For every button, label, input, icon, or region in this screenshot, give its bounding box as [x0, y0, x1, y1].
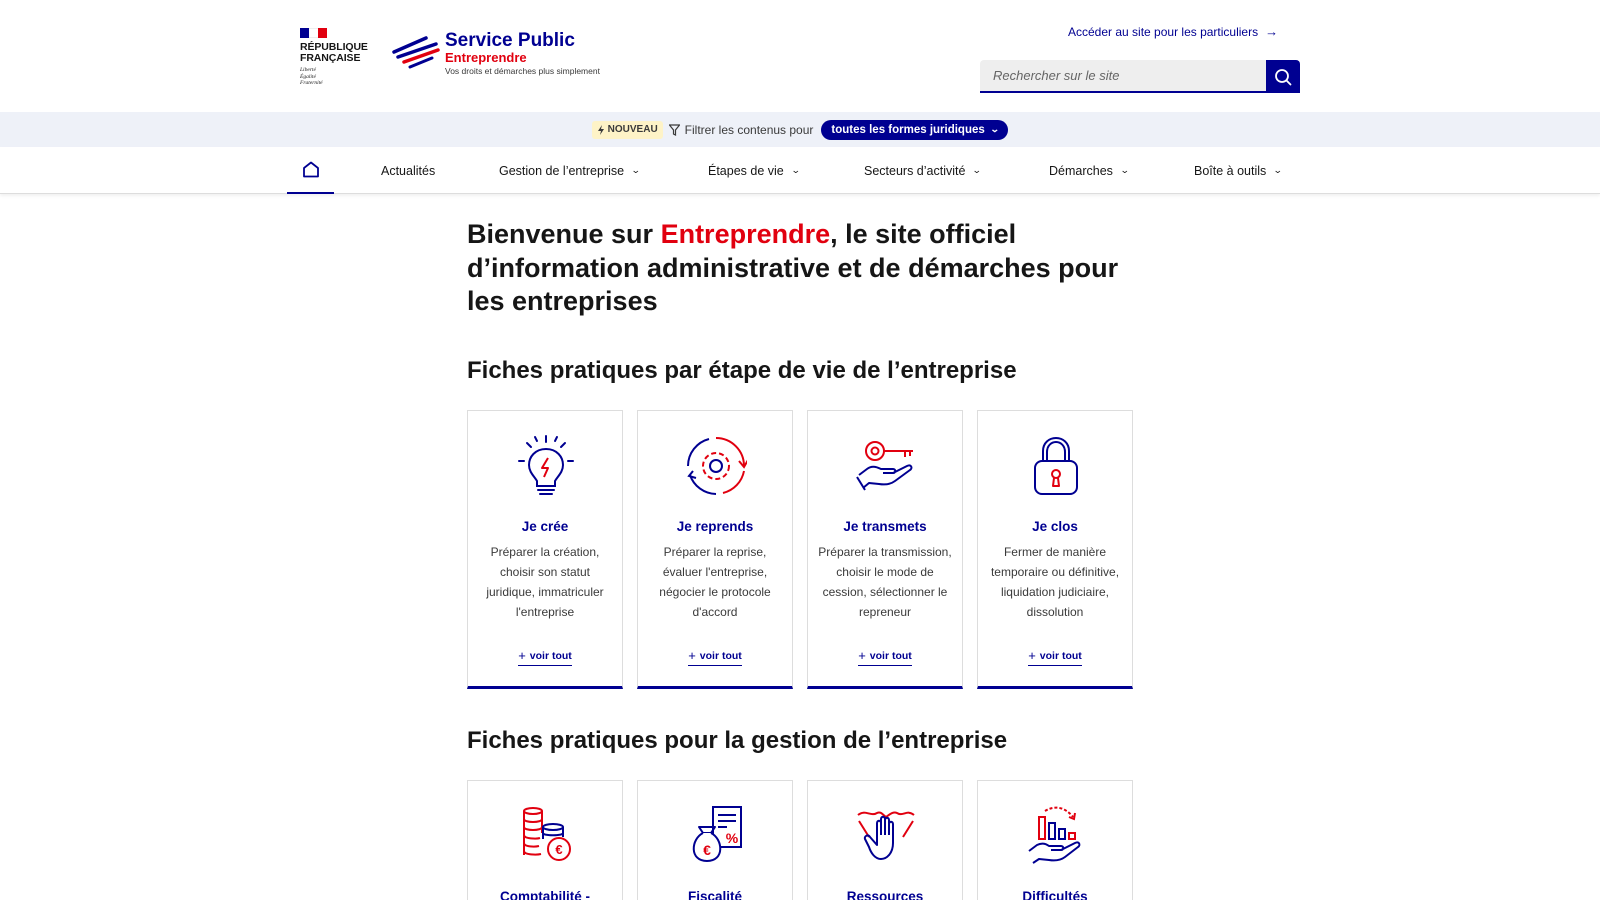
card-description: Fermer de manière temporaire ou définiti…: [990, 545, 1120, 619]
card-description: Préparer la transmission, choisir le mod…: [818, 545, 952, 619]
site-header: RÉPUBLIQUE FRANÇAISE Liberté Égalité Fra…: [0, 0, 1600, 112]
see-all-link[interactable]: + voir tout: [978, 648, 1132, 666]
card-je-clos[interactable]: Je clos Fermer de manière temporaire ou …: [977, 410, 1133, 689]
nav-item-actualites[interactable]: Actualités: [381, 147, 435, 194]
card-title: Comptabilité -: [500, 889, 590, 900]
card-title: Fiscalité: [687, 889, 743, 900]
card-ressources[interactable]: Ressources: [807, 780, 963, 900]
arrow-right-icon: →: [1265, 24, 1279, 39]
filter-label: Filtrer les contenus pour: [684, 122, 814, 137]
particuliers-link-label: Accéder au site pour les particuliers: [1068, 24, 1259, 39]
devise-label: Liberté Égalité Fraternité: [300, 67, 323, 86]
nav-item-label: Gestion de l’entreprise: [499, 163, 625, 178]
card-title: Je transmets: [843, 519, 927, 534]
see-all-link[interactable]: + voir tout: [468, 648, 622, 666]
lightning-icon: [597, 124, 604, 135]
cards-gestion: € Comptabilité - % € Fiscalité Ressource…: [467, 780, 1133, 900]
card-je-cree[interactable]: Je crée Préparer la création, choisir so…: [467, 410, 623, 689]
see-all-label: voir tout: [1039, 649, 1082, 662]
section-title-etapes: Fiches pratiques par étape de vie de l’e…: [467, 357, 1017, 384]
chevron-down-icon: ⌄: [630, 165, 641, 175]
nav-item-label: Démarches: [1049, 163, 1113, 178]
card-je-reprends[interactable]: Je reprends Préparer la reprise, évaluer…: [637, 410, 793, 689]
padlock-icon: [1034, 436, 1078, 495]
search-bar: [980, 60, 1300, 93]
nav-item-boite-outils[interactable]: Boîte à outils ⌄: [1194, 147, 1283, 194]
nav-item-secteurs[interactable]: Secteurs d’activité ⌄: [864, 147, 983, 194]
service-public-brand[interactable]: Service Public Entreprendre Vos droits e…: [445, 31, 600, 77]
card-je-transmets[interactable]: Je transmets Préparer la transmission, c…: [807, 410, 963, 689]
card-title: Difficultés: [1022, 889, 1088, 900]
main-nav: Actualités Gestion de l’entreprise ⌄ Éta…: [0, 147, 1600, 194]
filter-icon: [668, 123, 680, 136]
money-bag-percent-icon: % €: [692, 806, 742, 863]
legal-form-select[interactable]: toutes les formes juridiques ⌄: [821, 119, 1009, 140]
brand-tagline: Vos droits et démarches plus simplement: [445, 66, 600, 76]
see-all-label: voir tout: [869, 649, 912, 662]
card-description: Préparer la reprise, évaluer l'entrepris…: [659, 545, 771, 619]
falling-chart-hand-icon: [1028, 806, 1081, 864]
nav-item-etapes[interactable]: Étapes de vie ⌄: [708, 147, 801, 194]
lightbulb-icon: [518, 435, 574, 495]
card-comptabilite[interactable]: € Comptabilité -: [467, 780, 623, 900]
card-difficultes[interactable]: Difficultés: [977, 780, 1133, 900]
cards-etapes: Je crée Préparer la création, choisir so…: [467, 410, 1133, 689]
search-button[interactable]: [1266, 60, 1300, 93]
republique-francaise-label: RÉPUBLIQUE FRANÇAISE: [300, 41, 368, 64]
new-badge-label: NOUVEAU: [607, 124, 658, 135]
card-description: Préparer la création, choisir son statut…: [486, 545, 604, 619]
chevron-down-icon: ⌄: [1273, 165, 1283, 175]
chevron-down-icon: ⌄: [972, 165, 983, 175]
section-title-gestion: Fiches pratiques pour la gestion de l’en…: [467, 727, 1008, 754]
nav-item-label: Actualités: [381, 163, 436, 178]
search-input[interactable]: [980, 60, 1266, 93]
svg-text:€: €: [555, 842, 562, 857]
coins-euro-icon: €: [523, 807, 571, 861]
nav-home[interactable]: [287, 147, 334, 194]
new-badge: NOUVEAU: [591, 120, 663, 139]
plus-icon: +: [858, 648, 866, 663]
service-public-logo-icon[interactable]: [392, 36, 442, 70]
french-flag-icon: [300, 28, 327, 38]
brand-title: Service Public: [445, 30, 575, 51]
plus-icon: +: [1028, 648, 1036, 663]
see-all-link[interactable]: + voir tout: [638, 648, 792, 666]
gear-cycle-icon: [687, 437, 747, 495]
chevron-down-icon: ⌄: [989, 124, 1000, 134]
svg-text:€: €: [703, 842, 711, 858]
key-hand-icon: [856, 441, 913, 491]
home-icon: [302, 161, 319, 178]
see-all-label: voir tout: [529, 649, 572, 662]
hands-icon: [857, 811, 915, 860]
republique-francaise-logo[interactable]: RÉPUBLIQUE FRANÇAISE Liberté Égalité Fra…: [300, 28, 370, 87]
card-title: Ressources: [846, 889, 924, 900]
filter-band: NOUVEAU Filtrer les contenus pour toutes…: [0, 112, 1600, 147]
chevron-down-icon: ⌄: [1119, 165, 1130, 175]
main-content: Bienvenue sur Entreprendre, le site offi…: [467, 218, 1135, 900]
page-title: Bienvenue sur Entreprendre, le site offi…: [467, 218, 1135, 319]
nav-item-demarches[interactable]: Démarches ⌄: [1049, 147, 1130, 194]
svg-text:%: %: [726, 830, 739, 846]
see-all-label: voir tout: [699, 649, 742, 662]
nav-item-label: Boîte à outils: [1194, 163, 1267, 178]
particuliers-link[interactable]: Accéder au site pour les particuliers →: [1068, 24, 1278, 39]
page-title-start: Bienvenue sur: [467, 219, 661, 249]
card-title: Je reprends: [676, 519, 754, 534]
nav-item-gestion[interactable]: Gestion de l’entreprise ⌄: [499, 147, 641, 194]
page-title-accent: Entreprendre: [660, 219, 831, 249]
legal-form-select-value: toutes les formes juridiques: [831, 123, 985, 136]
chevron-down-icon: ⌄: [790, 165, 801, 175]
card-title: Je crée: [521, 519, 569, 534]
nav-item-label: Secteurs d’activité: [864, 163, 966, 178]
card-title: Je clos: [1032, 519, 1078, 534]
nav-item-label: Étapes de vie: [708, 163, 784, 178]
plus-icon: +: [518, 648, 526, 663]
search-icon: [1275, 68, 1292, 85]
see-all-link[interactable]: + voir tout: [808, 648, 962, 666]
brand-subtitle: Entreprendre: [445, 50, 527, 65]
card-fiscalite[interactable]: % € Fiscalité: [637, 780, 793, 900]
plus-icon: +: [688, 648, 696, 663]
